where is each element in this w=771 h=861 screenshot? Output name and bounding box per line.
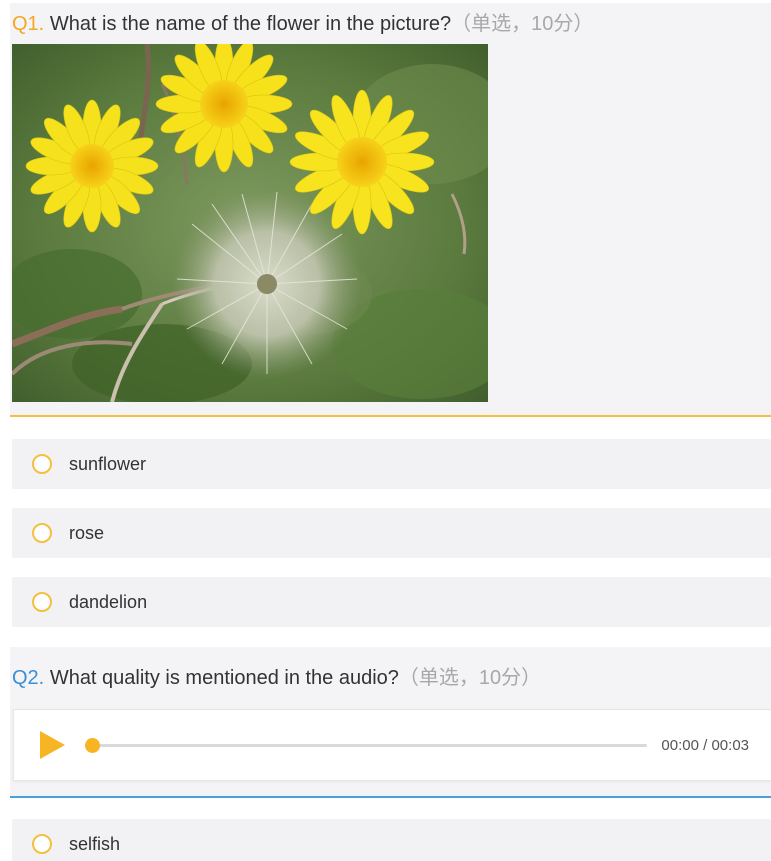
question-1-text: What is the name of the flower in the pi… [49,13,452,35]
question-1-block: Q1. What is the name of the flower in th… [10,3,771,417]
audio-progress-track[interactable] [85,738,647,753]
radio-button-icon[interactable] [32,834,52,854]
option-label: dandelion [69,592,148,612]
radio-button-icon[interactable] [32,592,52,612]
play-icon[interactable] [38,730,66,760]
question-2-number: Q2. [12,667,45,689]
question-1-meta: （单选，10分） [451,13,594,35]
quiz-page: Q1. What is the name of the flower in th… [0,0,771,861]
question-2-text: What quality is mentioned in the audio? [49,667,399,689]
question-2-meta: （单选，10分） [398,667,542,689]
question-2-option-1[interactable]: selfish [12,819,771,861]
audio-player: 00:00 / 00:03 [13,709,771,781]
radio-button-icon[interactable] [32,454,52,474]
question-2-title: Q2. What quality is mentioned in the aud… [12,666,541,690]
radio-button-icon[interactable] [32,523,52,543]
question-1-option-3[interactable]: dandelion [12,577,771,627]
audio-time: 00:00 / 00:03 [661,737,749,754]
question-2-block: Q2. What quality is mentioned in the aud… [10,647,771,798]
question-1-title: Q1. What is the name of the flower in th… [12,12,593,36]
option-label: sunflower [69,454,147,474]
question-1-number: Q1. [12,13,45,35]
option-label: rose [69,523,105,543]
question-1-option-1[interactable]: sunflower [12,439,771,489]
flower-image [12,44,488,402]
option-label: selfish [69,834,121,854]
audio-progress-handle[interactable] [85,738,100,753]
question-1-option-2[interactable]: rose [12,508,771,558]
